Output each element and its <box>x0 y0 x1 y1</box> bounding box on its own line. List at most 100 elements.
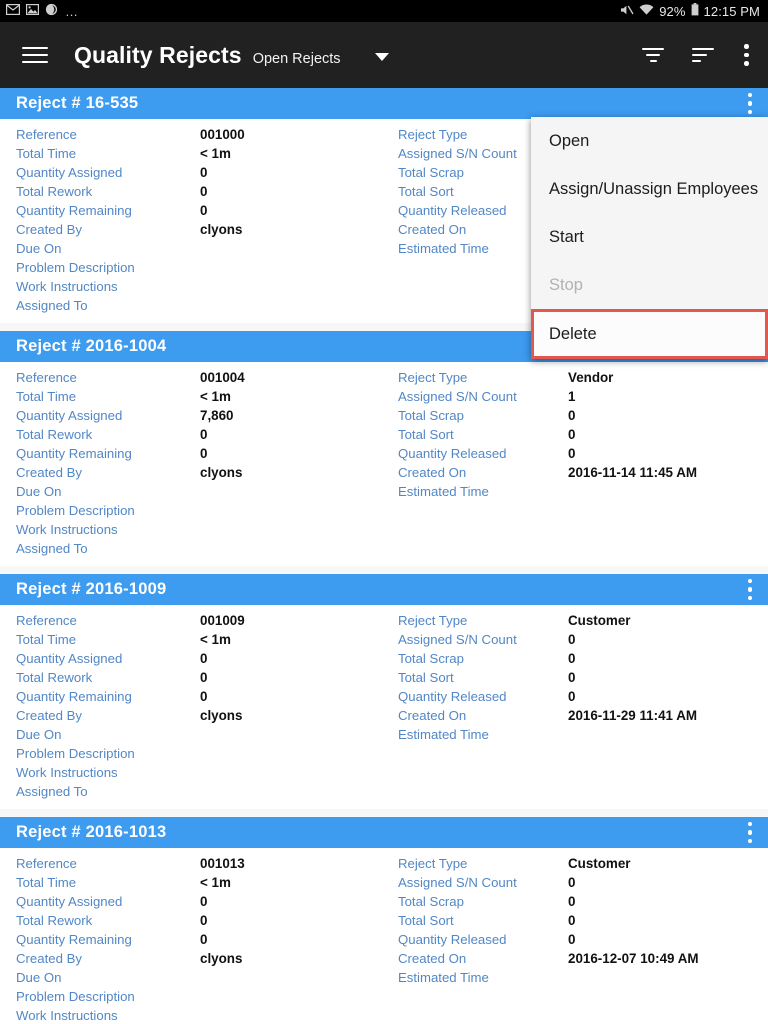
reject-field-value: clyons <box>200 465 243 480</box>
menu-item-assign-unassign-employees[interactable]: Assign/Unassign Employees <box>531 165 768 213</box>
reject-field-row: Reference 001000 <box>16 125 384 144</box>
app-bar-titles: Quality Rejects Open Rejects <box>74 42 640 69</box>
reject-field-value: 0 <box>568 408 576 423</box>
reject-field-row: Estimated Time <box>384 968 768 987</box>
reject-field-label: Assigned To <box>16 784 88 799</box>
reject-field-row: Due On <box>16 968 384 987</box>
reject-field-value: 0 <box>568 651 576 666</box>
menu-item-start[interactable]: Start <box>531 213 768 261</box>
reject-field-value: 0 <box>200 165 208 180</box>
overflow-popup-menu[interactable]: Open Assign/Unassign Employees Start Stop De… <box>531 117 768 359</box>
reject-field-value: 0 <box>568 894 576 909</box>
reject-field-row: Quantity Remaining 0 <box>16 687 384 706</box>
sort-icon[interactable] <box>692 47 718 63</box>
reject-field-row: Assigned To <box>16 539 384 558</box>
reject-field-row: Reject Type Customer <box>384 611 768 630</box>
reject-field-value: 0 <box>568 446 576 461</box>
reject-field-row: Total Scrap 0 <box>384 892 768 911</box>
reject-field-label: Created By <box>16 951 82 966</box>
reject-card-title: Reject # 2016-1004 <box>16 337 167 355</box>
filter-icon[interactable] <box>640 47 666 63</box>
reject-field-row: Due On <box>16 239 384 258</box>
reject-field-value: 0 <box>200 689 208 704</box>
reject-field-label: Quantity Remaining <box>16 446 132 461</box>
reject-card[interactable]: Reject # 2016-1004 Reference 001004 Total T… <box>0 331 768 566</box>
reject-field-row: Work Instructions <box>16 1006 384 1024</box>
reject-card[interactable]: Reject # 2016-1009 Reference 001009 Total T… <box>0 574 768 809</box>
reject-field-value: Customer <box>568 613 631 628</box>
reject-field-label: Total Scrap <box>398 651 464 666</box>
reject-field-value: 0 <box>568 632 576 647</box>
reject-field-row: Quantity Assigned 0 <box>16 892 384 911</box>
reject-field-value: < 1m <box>200 146 231 161</box>
reject-field-row: Total Rework 0 <box>16 425 384 444</box>
reject-card[interactable]: Reject # 2016-1013 Reference 001013 Total T… <box>0 817 768 1024</box>
menu-item-open[interactable]: Open <box>531 117 768 165</box>
reject-field-row: Problem Description <box>16 501 384 520</box>
wifi-icon <box>639 3 654 19</box>
reject-field-value: 0 <box>200 932 208 947</box>
reject-card-header: Reject # 2016-1013 <box>0 817 768 848</box>
reject-field-column-right: Reject Type Customer Assigned S/N Count 0 To… <box>384 854 768 1024</box>
reject-field-value: 2016-11-14 11:45 AM <box>568 465 698 480</box>
reject-field-value: 0 <box>200 184 208 199</box>
app-bar-actions <box>640 44 750 66</box>
reject-field-row: Total Sort 0 <box>384 911 768 930</box>
reject-field-label: Due On <box>16 241 62 256</box>
reject-field-row: Created On 2016-11-14 11:45 AM <box>384 463 768 482</box>
mail-icon <box>6 4 21 18</box>
reject-field-row: Quantity Assigned 0 <box>16 163 384 182</box>
reject-field-label: Created By <box>16 465 82 480</box>
reject-field-label: Due On <box>16 970 62 985</box>
reject-field-label: Total Time <box>16 875 77 890</box>
reject-list[interactable]: Reject # 16-535 Reference 001000 Total Time… <box>0 88 768 1024</box>
reject-card-more-vert-icon[interactable] <box>748 92 754 115</box>
reject-field-value: 0 <box>200 651 208 666</box>
reject-field-label: Total Rework <box>16 184 93 199</box>
mute-icon <box>620 4 634 19</box>
hamburger-icon[interactable] <box>22 46 48 64</box>
reject-field-label: Total Time <box>16 146 77 161</box>
reject-field-row: Estimated Time <box>384 725 768 744</box>
more-vert-icon[interactable] <box>744 44 750 66</box>
reject-field-row: Total Rework 0 <box>16 911 384 930</box>
reject-field-row: Total Rework 0 <box>16 668 384 687</box>
reject-field-value: Customer <box>568 856 631 871</box>
menu-item-delete[interactable]: Delete <box>531 309 768 359</box>
reject-field-column-left: Reference 001013 Total Time < 1m Quantity As… <box>0 854 384 1024</box>
reject-field-row: Created By clyons <box>16 706 384 725</box>
reject-card-more-vert-icon[interactable] <box>748 578 754 601</box>
reject-field-value: < 1m <box>200 389 231 404</box>
reject-field-row: Reference 001004 <box>16 368 384 387</box>
page-title: Quality Rejects <box>74 41 242 68</box>
reject-field-row: Quantity Assigned 7,860 <box>16 406 384 425</box>
reject-field-label: Reject Type <box>398 370 468 385</box>
reject-field-row: Quantity Remaining 0 <box>16 444 384 463</box>
reject-field-label: Quantity Remaining <box>16 689 132 704</box>
reject-field-row: Quantity Remaining 0 <box>16 201 384 220</box>
reject-field-label: Assigned S/N Count <box>398 632 517 647</box>
status-bar-right: 92% 12:15 PM <box>620 3 760 19</box>
reject-field-row: Total Scrap 0 <box>384 406 768 425</box>
reject-field-value: 0 <box>568 689 576 704</box>
reject-field-value: 0 <box>200 203 208 218</box>
reject-field-value: 001009 <box>200 613 245 628</box>
reject-field-row: Total Sort 0 <box>384 668 768 687</box>
reject-field-value: 0 <box>568 427 576 442</box>
reject-field-label: Total Time <box>16 389 77 404</box>
reject-field-row: Reference 001009 <box>16 611 384 630</box>
reject-field-value: 0 <box>200 427 208 442</box>
reject-field-row: Total Time < 1m <box>16 630 384 649</box>
reject-card-body: Reference 001013 Total Time < 1m Quantity As… <box>0 848 768 1024</box>
chevron-down-icon[interactable] <box>374 53 389 61</box>
status-bar-left: … <box>6 3 79 19</box>
image-icon <box>26 4 40 18</box>
reject-field-row: Work Instructions <box>16 277 384 296</box>
reject-field-label: Due On <box>16 484 62 499</box>
reject-field-label: Problem Description <box>16 503 135 518</box>
reject-field-row: Quantity Released 0 <box>384 444 768 463</box>
reject-card-body: Reference 001009 Total Time < 1m Quantity As… <box>0 605 768 809</box>
reject-card-more-vert-icon[interactable] <box>748 821 754 844</box>
reject-field-row: Total Rework 0 <box>16 182 384 201</box>
reject-field-value: 0 <box>568 875 576 890</box>
